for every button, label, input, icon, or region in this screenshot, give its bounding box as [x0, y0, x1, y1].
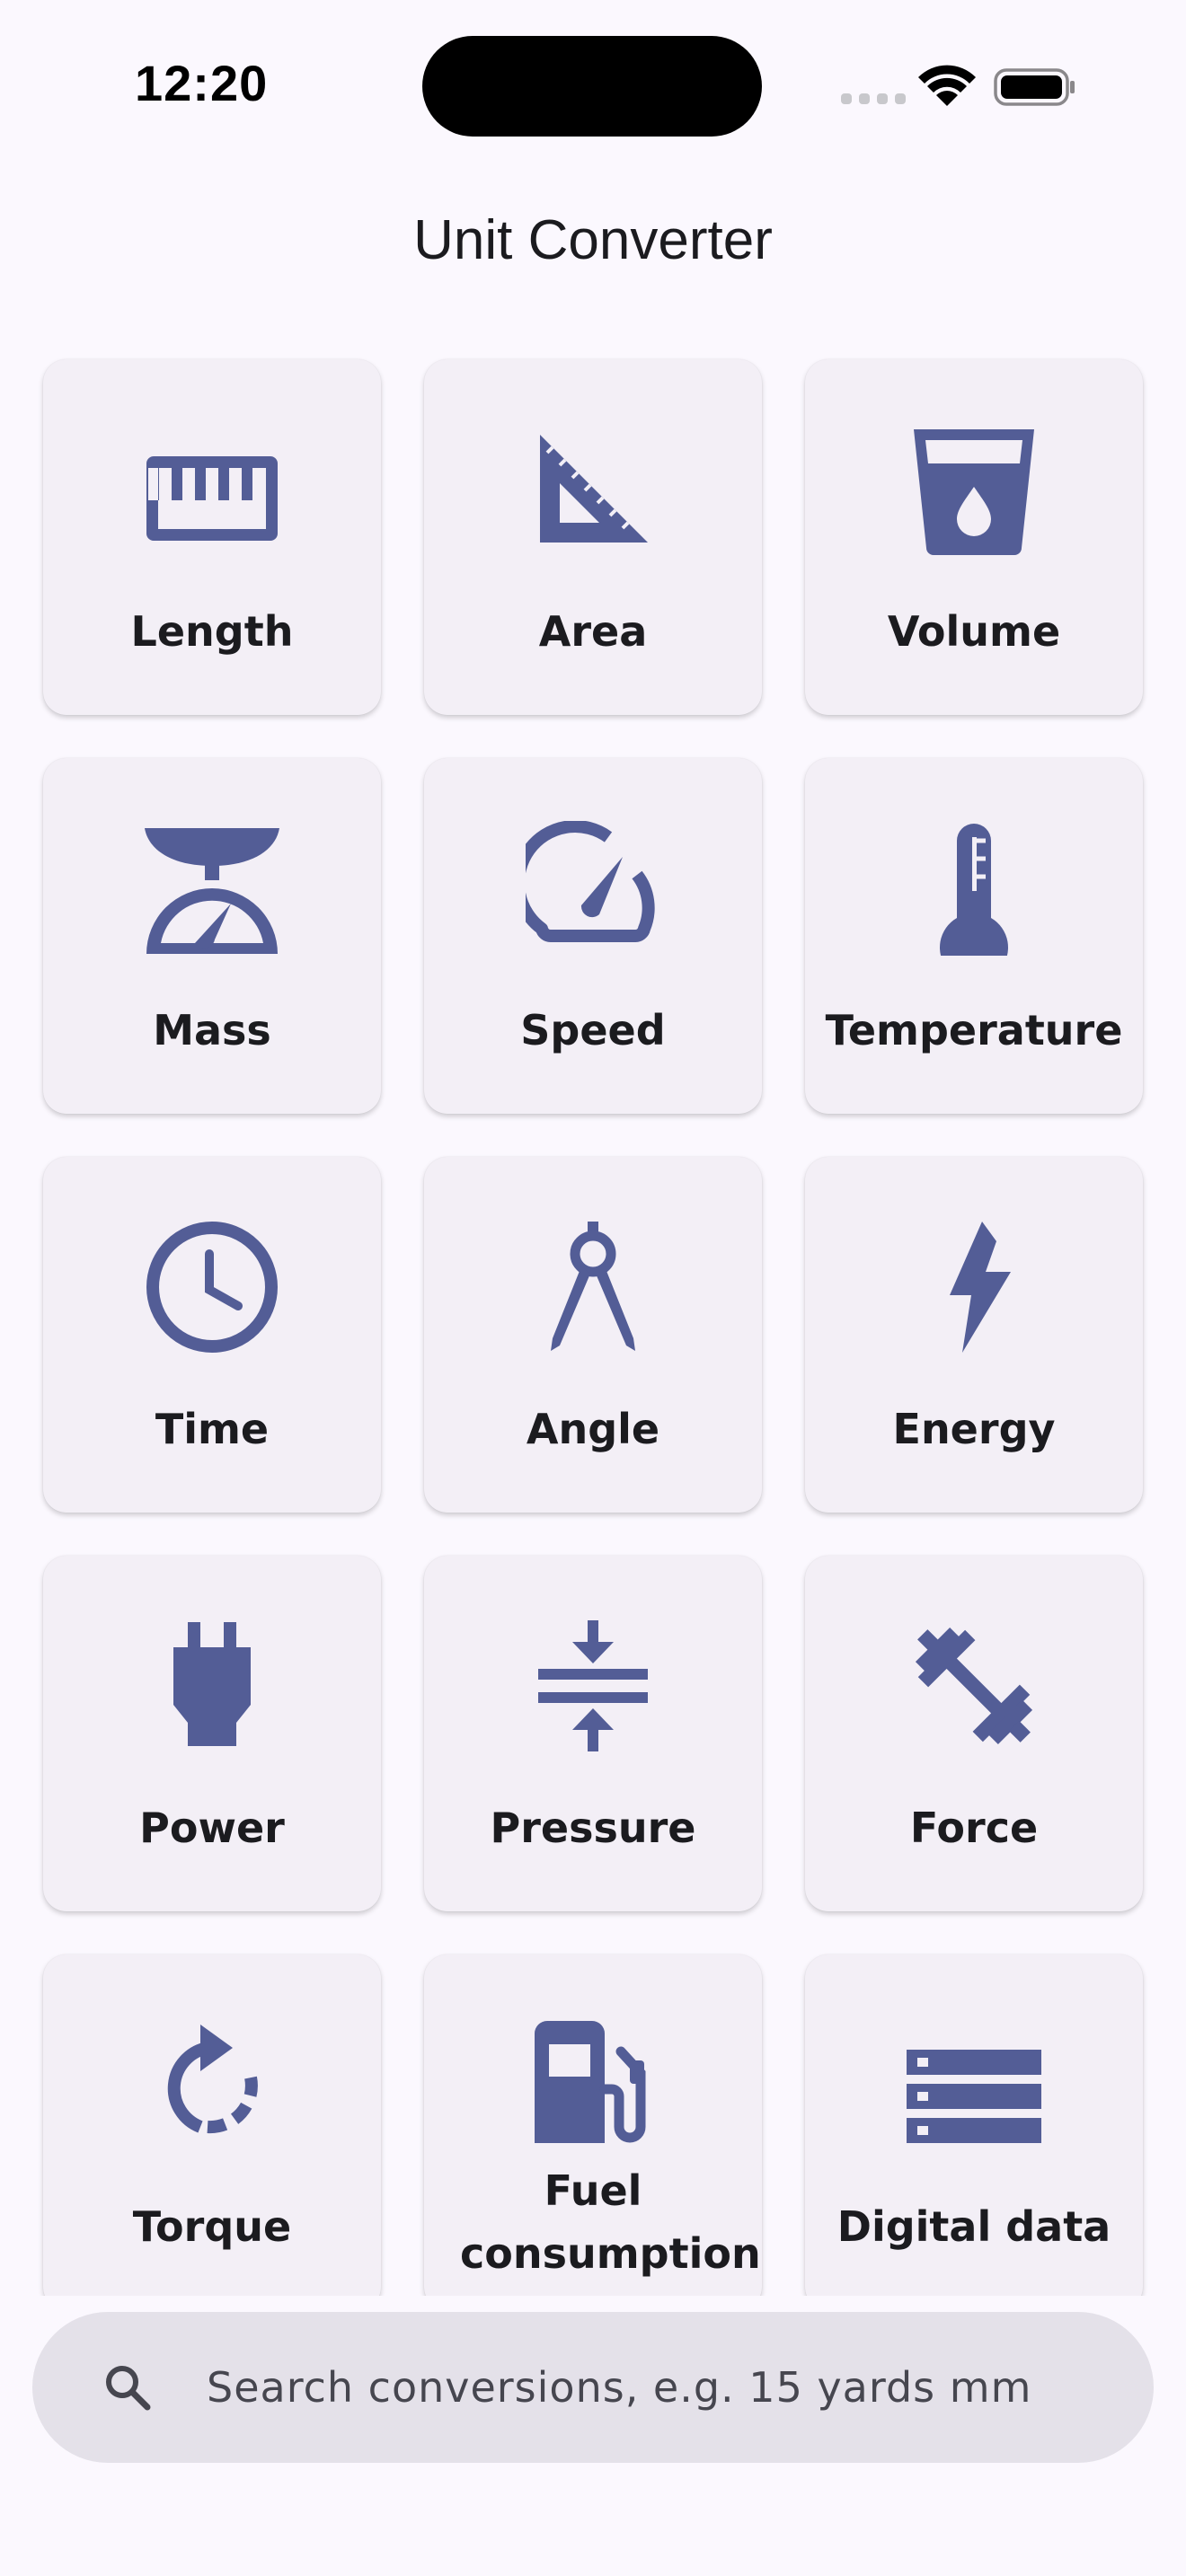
category-label: Force [909, 1804, 1039, 1852]
status-time: 12:20 [135, 55, 269, 111]
category-label: Time [155, 1405, 270, 1453]
search-icon [102, 2362, 153, 2413]
cellular-signal-icon [841, 93, 906, 104]
category-tile-digital-data[interactable]: Digital data [805, 1954, 1143, 2296]
category-label: Energy [892, 1405, 1056, 1453]
category-tile-area[interactable]: Area [424, 359, 762, 715]
category-label: Fuel consumption [460, 2166, 761, 2278]
category-label: Speed [520, 1006, 666, 1054]
search-input[interactable]: Search conversions, e.g. 15 yards mm [207, 2362, 1105, 2413]
lightning-bolt-icon [907, 1220, 1041, 1354]
category-label: Digital data [836, 2202, 1111, 2251]
storage-server-icon [907, 2017, 1041, 2152]
category-grid-viewport[interactable]: Length Area Volume Mass Speed Temperatur… [0, 341, 1186, 2296]
category-tile-time[interactable]: Time [43, 1157, 381, 1513]
status-bar: 12:20 [0, 0, 1186, 171]
fuel-pump-icon [526, 2017, 660, 2152]
category-tile-volume[interactable]: Volume [805, 359, 1143, 715]
category-tile-fuel-consumption[interactable]: Fuel consumption [424, 1954, 762, 2296]
dumbbell-icon [907, 1619, 1041, 1753]
cup-with-drop-icon [907, 422, 1041, 557]
battery-icon [994, 68, 1075, 106]
category-tile-temperature[interactable]: Temperature [805, 758, 1143, 1114]
compress-arrows-icon [526, 1619, 660, 1753]
category-label: Angle [526, 1405, 660, 1453]
category-tile-force[interactable]: Force [805, 1556, 1143, 1911]
category-tile-length[interactable]: Length [43, 359, 381, 715]
wifi-icon [918, 65, 976, 106]
category-tile-power[interactable]: Power [43, 1556, 381, 1911]
status-icons [836, 63, 1078, 113]
ruler-icon [145, 422, 279, 557]
speedometer-icon [526, 821, 660, 956]
page-title: Unit Converter [413, 209, 773, 271]
category-label: Pressure [490, 1804, 696, 1852]
category-tile-torque[interactable]: Torque [43, 1954, 381, 2296]
power-plug-icon [145, 1619, 279, 1753]
category-label: Temperature [825, 1006, 1123, 1054]
compass-icon [526, 1220, 660, 1354]
search-bar[interactable]: Search conversions, e.g. 15 yards mm [32, 2312, 1154, 2463]
set-square-icon [526, 422, 660, 557]
rotate-dashed-icon [145, 2017, 279, 2152]
category-tile-energy[interactable]: Energy [805, 1157, 1143, 1513]
category-label: Mass [153, 1006, 271, 1054]
category-tile-angle[interactable]: Angle [424, 1157, 762, 1513]
dynamic-island [422, 36, 762, 137]
category-label: Power [139, 1804, 285, 1852]
category-grid: Length Area Volume Mass Speed Temperatur… [43, 359, 1143, 2296]
thermometer-icon [907, 821, 1041, 956]
category-tile-pressure[interactable]: Pressure [424, 1556, 762, 1911]
category-label: Torque [132, 2202, 292, 2251]
scale-icon [145, 821, 279, 956]
category-label: Volume [887, 607, 1061, 656]
category-label: Length [130, 607, 294, 656]
category-tile-mass[interactable]: Mass [43, 758, 381, 1114]
category-tile-speed[interactable]: Speed [424, 758, 762, 1114]
clock-icon [145, 1220, 279, 1354]
category-label: Area [538, 607, 648, 656]
